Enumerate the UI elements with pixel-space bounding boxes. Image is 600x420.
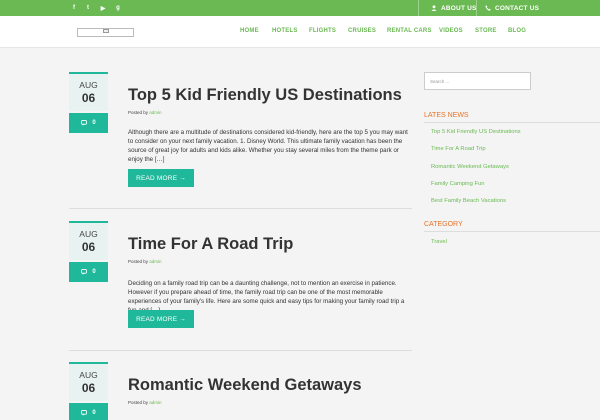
comment-count: 0 (92, 410, 96, 416)
search-input[interactable] (424, 72, 531, 90)
post-month: AUG (79, 370, 98, 380)
latest-news-item[interactable]: Romantic Weekend Getaways (431, 164, 509, 170)
contact-us-link[interactable]: CONTACT US (485, 0, 539, 16)
post-month: AUG (79, 80, 98, 90)
about-us-link[interactable]: ABOUT US (431, 0, 477, 16)
post-title[interactable]: Top 5 Kid Friendly US Destinations (128, 86, 402, 105)
nav-cruises[interactable]: CRUISES (348, 28, 376, 34)
topbar-divider (476, 0, 477, 16)
nav-rental-cars[interactable]: RENTAL CARS (387, 28, 432, 34)
category-item-travel[interactable]: Travel (431, 239, 447, 245)
post-meta: Posted by admin (128, 400, 162, 405)
comment-icon (81, 269, 88, 275)
post-day: 06 (81, 240, 96, 254)
latest-news-item[interactable]: Family Camping Fun (431, 181, 484, 187)
latest-news-item[interactable]: Time For A Road Trip (431, 146, 486, 152)
nav-flights[interactable]: FLIGHTS (309, 28, 336, 34)
post-divider (69, 208, 412, 209)
contact-us-label: CONTACT US (495, 4, 540, 12)
youtube-icon[interactable]: ▶ (95, 0, 111, 16)
read-more-button[interactable]: READ MORE → (128, 310, 194, 328)
post-divider (69, 350, 412, 351)
nav-blog[interactable]: BLOG (508, 28, 526, 34)
nav-home[interactable]: HOME (240, 28, 259, 34)
post-title[interactable]: Time For A Road Trip (128, 235, 293, 254)
post-meta: Posted by admin (128, 110, 162, 115)
posted-by-label: Posted by (128, 110, 149, 115)
post-date-box: AUG 06 (69, 72, 108, 111)
category-heading: CATEGORY (424, 221, 463, 228)
post-date-box: AUG 06 (69, 362, 108, 401)
twitter-icon[interactable]: t (80, 0, 96, 16)
about-us-label: ABOUT US (441, 4, 477, 12)
comment-icon (81, 410, 88, 416)
read-more-button[interactable]: READ MORE → (128, 169, 194, 187)
post-day: 06 (81, 91, 96, 105)
broken-image-icon (103, 29, 109, 33)
google-plus-icon[interactable]: g (110, 0, 126, 16)
phone-icon (485, 5, 491, 11)
top-bar: f t ▶ g ABOUT US CONTACT US (0, 0, 600, 16)
nav-hotels[interactable]: HOTELS (272, 28, 298, 34)
post-day: 06 (81, 381, 96, 395)
latest-news-item[interactable]: Best Family Beach Vacations (431, 198, 506, 204)
site-logo[interactable] (77, 28, 134, 37)
post-title[interactable]: Romantic Weekend Getaways (128, 376, 362, 395)
post-comments-count[interactable]: 0 (69, 403, 108, 420)
post-comments-count[interactable]: 0 (69, 113, 108, 133)
latest-news-item[interactable]: Top 5 Kid Friendly US Destinations (431, 129, 521, 135)
posted-by-label: Posted by (128, 259, 149, 264)
posted-by-label: Posted by (128, 400, 149, 405)
post-author-link[interactable]: admin (149, 400, 161, 405)
sidebar-divider (424, 122, 600, 123)
nav-store[interactable]: STORE (475, 28, 497, 34)
post-month: AUG (79, 229, 98, 239)
topbar-divider (418, 0, 419, 16)
nav-videos[interactable]: VIDEOS (439, 28, 463, 34)
post-date-box: AUG 06 (69, 221, 108, 260)
sidebar-divider (424, 231, 600, 232)
post-meta: Posted by admin (128, 259, 162, 264)
post-author-link[interactable]: admin (149, 259, 161, 264)
comment-count: 0 (92, 269, 96, 275)
site-header: HOME HOTELS FLIGHTS CRUISES RENTAL CARS … (0, 16, 600, 48)
latest-news-heading: LATES NEWS (424, 112, 469, 119)
comment-icon (81, 120, 88, 126)
post-comments-count[interactable]: 0 (69, 262, 108, 282)
user-icon (431, 5, 437, 11)
post-author-link[interactable]: admin (149, 110, 161, 115)
post-excerpt: Although there are a multitude of destin… (128, 129, 408, 163)
comment-count: 0 (92, 120, 96, 126)
